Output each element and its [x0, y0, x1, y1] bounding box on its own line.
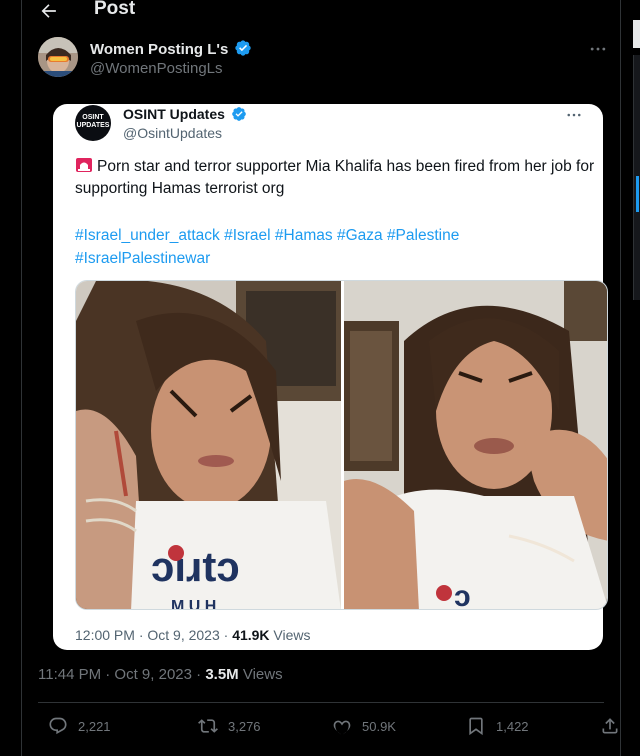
author-name-text: Women Posting L's: [90, 41, 229, 58]
photo-1-image: ɔiɹtɔ M U H: [76, 281, 341, 610]
repost-count: 3,276: [228, 718, 261, 734]
divider: [38, 702, 604, 703]
photo-2-image: ɔ: [344, 281, 607, 610]
repost-icon: [198, 719, 218, 733]
more-options-icon[interactable]: [565, 106, 583, 124]
quoted-views-label: Views: [269, 627, 311, 643]
hashtag-link[interactable]: #IsraelPalestinewar: [75, 250, 210, 267]
post-views-count: 3.5M: [205, 666, 239, 683]
like-count: 50.9K: [362, 718, 396, 734]
verified-badge-icon: [235, 40, 252, 56]
bookmark-icon: [469, 717, 483, 736]
sidebar-edge-accent: [636, 176, 639, 212]
repost-button[interactable]: 3,276: [198, 714, 261, 738]
more-options-icon[interactable]: [588, 39, 608, 59]
siren-emoji-icon: [76, 158, 92, 172]
bookmark-button[interactable]: 1,422: [466, 714, 529, 738]
reply-button[interactable]: 2,221: [48, 714, 111, 738]
shirt-print-small: M U H: [171, 598, 216, 610]
quoted-hashtags: #Israel_under_attack #Israel #Hamas #Gaz…: [75, 224, 595, 270]
hashtag-link[interactable]: #Israel_under_attack: [75, 227, 220, 244]
hashtag-link[interactable]: #Gaza: [337, 227, 383, 244]
quoted-avatar[interactable]: OSINT UPDATES: [75, 105, 111, 141]
post-timestamp[interactable]: 11:44 PM · Oct 9, 2023 ·: [38, 666, 205, 683]
shirt-print: ɔ: [454, 580, 471, 610]
avatar-image: [38, 37, 78, 77]
quoted-author-handle[interactable]: @OsintUpdates: [123, 125, 222, 141]
quoted-media-grid: ɔiɹtɔ M U H ɔ: [75, 280, 608, 610]
quoted-views-count: 41.9K: [232, 627, 270, 643]
share-button[interactable]: [600, 714, 620, 738]
quoted-post-meta: 12:00 PM · Oct 9, 2023 · 41.9K Views: [75, 627, 311, 643]
post-header: Post: [22, 0, 620, 24]
post-author: Women Posting L's @WomenPostingLs: [38, 37, 608, 81]
bookmark-count: 1,422: [496, 718, 529, 734]
sidebar-edge-button[interactable]: [633, 20, 640, 48]
quoted-post-body: Porn star and terror supporter Mia Khali…: [75, 158, 595, 197]
author-name[interactable]: Women Posting L's: [90, 39, 252, 58]
quoted-author-name[interactable]: OSINT Updates: [123, 106, 247, 122]
author-handle[interactable]: @WomenPostingLs: [90, 60, 223, 77]
quoted-post-card[interactable]: OSINT UPDATES OSINT Updates @OsintUpdate…: [53, 104, 608, 650]
like-button[interactable]: 50.9K: [332, 714, 396, 738]
shirt-print: ɔiɹtɔ: [151, 543, 240, 590]
hashtag-link[interactable]: #Israel: [224, 227, 271, 244]
avatar[interactable]: [38, 37, 78, 77]
reply-count: 2,221: [78, 718, 111, 734]
verified-badge-icon: [231, 107, 246, 121]
arrow-left-icon[interactable]: [38, 0, 60, 22]
share-icon: [602, 718, 618, 734]
quoted-author-name-text: OSINT Updates: [123, 106, 225, 122]
hashtag-link[interactable]: #Hamas: [275, 227, 333, 244]
quoted-avatar-logo: OSINT UPDATES: [76, 114, 110, 129]
reply-icon: [49, 717, 67, 735]
media-photo-1[interactable]: ɔiɹtɔ M U H: [76, 281, 341, 610]
heart-icon: [333, 720, 351, 736]
media-photo-2[interactable]: ɔ: [344, 281, 607, 610]
page-title: Post: [94, 0, 136, 19]
hashtag-link[interactable]: #Palestine: [387, 227, 459, 244]
post-views-label: Views: [238, 666, 283, 683]
quoted-timestamp[interactable]: 12:00 PM · Oct 9, 2023 ·: [75, 627, 232, 643]
post-column: Post Women Posting L's @WomenPostingLs O…: [21, 0, 621, 756]
quoted-post-text: Porn star and terror supporter Mia Khali…: [75, 156, 595, 200]
post-actions: 2,221 3,276 50.9K 1,422: [38, 714, 618, 738]
post-meta: 11:44 PM · Oct 9, 2023 · 3.5M Views: [38, 666, 283, 683]
